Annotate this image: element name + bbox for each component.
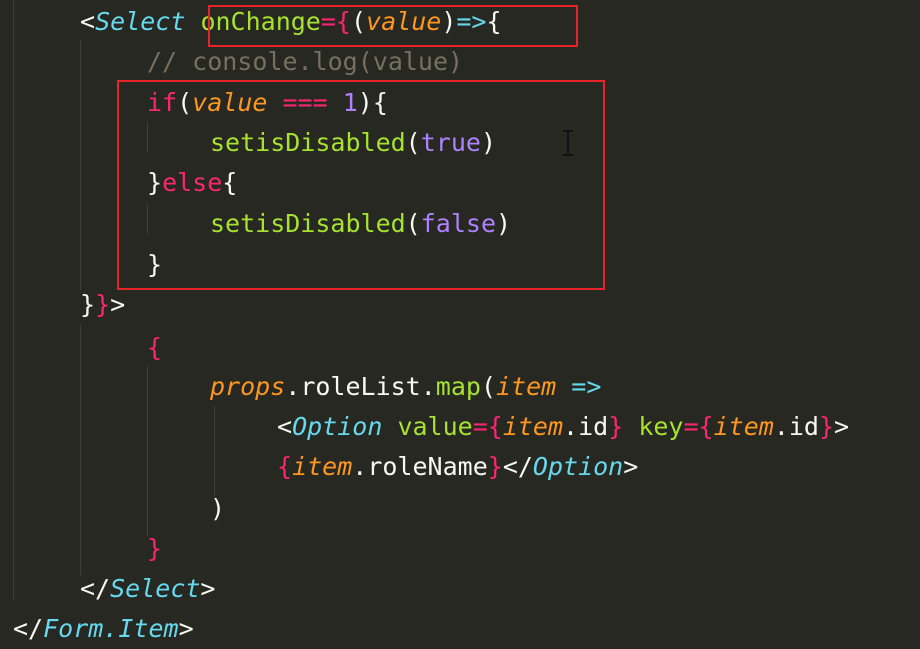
code-token-punct: < bbox=[277, 412, 293, 441]
code-line[interactable]: {item.roleName}</Option> bbox=[0, 447, 638, 487]
code-token-keyword: } bbox=[95, 290, 111, 319]
code-token-keyword: = bbox=[472, 412, 488, 441]
code-token-default: .roleList. bbox=[285, 372, 436, 401]
code-token-keyword: { bbox=[147, 333, 163, 362]
code-token-punct: > bbox=[623, 452, 639, 481]
code-token-punct: > bbox=[834, 412, 850, 441]
code-token-tag: Select bbox=[110, 574, 201, 603]
code-token-default: .id bbox=[563, 412, 609, 441]
code-token-param: item bbox=[502, 412, 564, 441]
code-token-punct: ) bbox=[357, 88, 373, 117]
code-token-keyword: } bbox=[608, 412, 624, 441]
code-line[interactable]: setisDisabled(false) bbox=[0, 204, 511, 244]
code-line[interactable]: props.roleList.map(item => bbox=[0, 367, 601, 407]
code-token-punct: ) bbox=[441, 7, 457, 36]
code-token-punct: </ bbox=[13, 614, 44, 643]
code-token-keyword: === bbox=[282, 88, 328, 117]
code-token-punct: ( bbox=[405, 209, 421, 238]
code-token-keyword: { bbox=[698, 412, 714, 441]
code-token-param: props bbox=[210, 372, 286, 401]
code-token-default: .id bbox=[773, 412, 819, 441]
code-token-default bbox=[267, 88, 282, 117]
code-token-punct: ( bbox=[177, 88, 193, 117]
code-token-keyword: } bbox=[487, 452, 503, 481]
code-token-keyword: else bbox=[162, 168, 223, 197]
code-token-default bbox=[623, 412, 638, 441]
code-token-keyword: if bbox=[147, 88, 178, 117]
code-token-attr: onChange bbox=[200, 7, 321, 36]
code-token-default bbox=[556, 372, 571, 401]
code-line[interactable]: ) bbox=[0, 489, 225, 529]
code-line[interactable]: <Select onChange={(value)=>{ bbox=[0, 2, 502, 42]
code-token-punct: > bbox=[178, 614, 194, 643]
code-token-punct: } bbox=[147, 168, 163, 197]
code-token-punct: ) bbox=[480, 128, 497, 157]
code-token-param: value bbox=[192, 88, 268, 117]
code-token-attr: value bbox=[397, 412, 473, 441]
code-token-keyword: } bbox=[818, 412, 835, 441]
code-token-punct: </ bbox=[502, 452, 533, 481]
code-token-punct: </ bbox=[80, 574, 111, 603]
code-line[interactable]: { bbox=[0, 328, 162, 368]
code-token-keyword: { bbox=[487, 412, 503, 441]
code-token-param: item bbox=[713, 412, 774, 441]
code-token-number: false bbox=[420, 209, 496, 238]
code-line[interactable]: } bbox=[0, 529, 162, 569]
text-cursor-icon bbox=[563, 130, 573, 156]
code-token-tag: Form.Item bbox=[43, 614, 179, 643]
code-line[interactable]: if(value === 1){ bbox=[0, 83, 388, 123]
code-token-punct: ( bbox=[350, 7, 367, 36]
code-line[interactable]: // console.log(value) bbox=[0, 42, 463, 82]
code-editor[interactable]: <Select onChange={(value)=>{ // console.… bbox=[0, 0, 920, 644]
code-token-tag: Select bbox=[95, 7, 186, 36]
code-token-default bbox=[382, 412, 397, 441]
code-token-number: 1 bbox=[342, 88, 358, 117]
code-token-comment: // console.log(value) bbox=[147, 47, 464, 76]
code-token-punct: ) bbox=[210, 494, 226, 523]
code-token-tag: => bbox=[456, 7, 487, 36]
code-token-punct: { bbox=[222, 168, 238, 197]
code-token-punct: ) bbox=[496, 209, 512, 238]
code-token-punct: } bbox=[147, 250, 163, 279]
code-token-punct: > bbox=[200, 574, 216, 603]
code-token-attr: map bbox=[435, 372, 481, 401]
code-token-attr: setisDisabled bbox=[210, 209, 406, 238]
code-token-punct: { bbox=[486, 7, 502, 36]
code-token-punct: ( bbox=[405, 128, 421, 157]
code-token-punct: < bbox=[80, 7, 96, 36]
code-line[interactable]: } bbox=[0, 245, 162, 285]
code-token-number: true bbox=[420, 128, 481, 157]
code-line[interactable]: }}> bbox=[0, 285, 125, 325]
code-token-default bbox=[185, 7, 200, 36]
code-line[interactable]: </Form.Item> bbox=[0, 609, 194, 649]
code-token-param: item bbox=[292, 452, 353, 481]
code-token-punct: > bbox=[110, 290, 126, 319]
code-token-attr: setisDisabled bbox=[210, 128, 406, 157]
code-token-param: item bbox=[496, 372, 557, 401]
code-token-keyword: = bbox=[683, 412, 699, 441]
code-token-default: .roleName bbox=[352, 452, 488, 481]
code-token-tag: Option bbox=[292, 412, 383, 441]
code-line[interactable]: setisDisabled(true) bbox=[0, 123, 496, 163]
code-token-keyword: } bbox=[147, 534, 163, 563]
code-token-punct: ( bbox=[480, 372, 496, 401]
code-token-attr: key bbox=[638, 412, 684, 441]
code-token-keyword: { bbox=[335, 7, 351, 36]
code-line[interactable]: </Select> bbox=[0, 569, 215, 609]
code-token-param: value bbox=[366, 7, 442, 36]
code-line[interactable]: }else{ bbox=[0, 163, 237, 203]
code-token-keyword: = bbox=[320, 7, 336, 36]
code-line[interactable]: <Option value={item.id} key={item.id}> bbox=[0, 407, 849, 447]
code-token-tag: Option bbox=[532, 452, 624, 481]
code-token-punct: { bbox=[372, 88, 388, 117]
code-token-default bbox=[328, 88, 343, 117]
code-token-keyword: { bbox=[277, 452, 293, 481]
code-token-tag: => bbox=[571, 372, 602, 401]
code-token-punct: } bbox=[80, 290, 96, 319]
